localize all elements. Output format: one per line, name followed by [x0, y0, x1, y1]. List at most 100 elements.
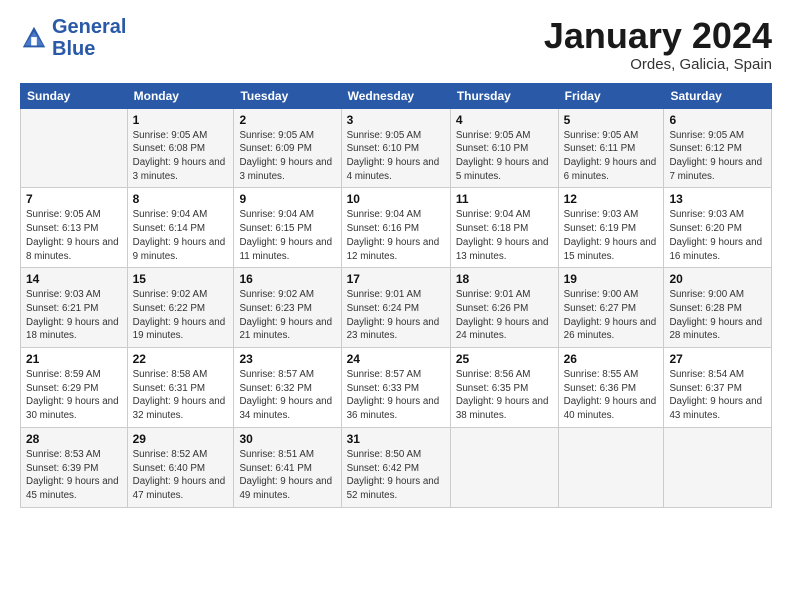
month-title: January 2024	[544, 16, 772, 56]
calendar-week-3: 21 Sunrise: 8:59 AMSunset: 6:29 PMDaylig…	[21, 348, 772, 428]
header: General Blue January 2024 Ordes, Galicia…	[20, 16, 772, 73]
header-thursday: Thursday	[450, 83, 558, 108]
day-info: Sunrise: 8:50 AMSunset: 6:42 PMDaylight:…	[347, 448, 445, 503]
calendar-cell	[558, 427, 664, 507]
day-info: Sunrise: 9:00 AMSunset: 6:28 PMDaylight:…	[669, 288, 766, 343]
calendar-cell: 22 Sunrise: 8:58 AMSunset: 6:31 PMDaylig…	[127, 348, 234, 428]
day-number: 12	[564, 192, 659, 206]
day-number: 13	[669, 192, 766, 206]
calendar-cell: 19 Sunrise: 9:00 AMSunset: 6:27 PMDaylig…	[558, 268, 664, 348]
header-row: Sunday Monday Tuesday Wednesday Thursday…	[21, 83, 772, 108]
calendar-cell: 30 Sunrise: 8:51 AMSunset: 6:41 PMDaylig…	[234, 427, 341, 507]
day-info: Sunrise: 9:01 AMSunset: 6:26 PMDaylight:…	[456, 288, 553, 343]
calendar-cell: 25 Sunrise: 8:56 AMSunset: 6:35 PMDaylig…	[450, 348, 558, 428]
day-info: Sunrise: 9:04 AMSunset: 6:18 PMDaylight:…	[456, 208, 553, 263]
calendar-week-2: 14 Sunrise: 9:03 AMSunset: 6:21 PMDaylig…	[21, 268, 772, 348]
day-info: Sunrise: 8:52 AMSunset: 6:40 PMDaylight:…	[133, 448, 229, 503]
calendar-cell: 10 Sunrise: 9:04 AMSunset: 6:16 PMDaylig…	[341, 188, 450, 268]
calendar-table: Sunday Monday Tuesday Wednesday Thursday…	[20, 83, 772, 508]
day-number: 1	[133, 113, 229, 127]
calendar-week-0: 1 Sunrise: 9:05 AMSunset: 6:08 PMDayligh…	[21, 108, 772, 188]
day-number: 26	[564, 352, 659, 366]
day-info: Sunrise: 9:04 AMSunset: 6:16 PMDaylight:…	[347, 208, 445, 263]
day-number: 15	[133, 272, 229, 286]
day-number: 29	[133, 432, 229, 446]
calendar-cell: 17 Sunrise: 9:01 AMSunset: 6:24 PMDaylig…	[341, 268, 450, 348]
calendar-cell: 31 Sunrise: 8:50 AMSunset: 6:42 PMDaylig…	[341, 427, 450, 507]
calendar-cell: 8 Sunrise: 9:04 AMSunset: 6:14 PMDayligh…	[127, 188, 234, 268]
day-number: 16	[239, 272, 335, 286]
day-info: Sunrise: 9:03 AMSunset: 6:21 PMDaylight:…	[26, 288, 122, 343]
header-sunday: Sunday	[21, 83, 128, 108]
day-info: Sunrise: 9:00 AMSunset: 6:27 PMDaylight:…	[564, 288, 659, 343]
logo-icon	[20, 24, 48, 52]
day-info: Sunrise: 9:03 AMSunset: 6:19 PMDaylight:…	[564, 208, 659, 263]
day-number: 18	[456, 272, 553, 286]
calendar-cell: 9 Sunrise: 9:04 AMSunset: 6:15 PMDayligh…	[234, 188, 341, 268]
day-number: 14	[26, 272, 122, 286]
day-number: 20	[669, 272, 766, 286]
day-info: Sunrise: 9:05 AMSunset: 6:12 PMDaylight:…	[669, 129, 766, 184]
calendar-cell: 23 Sunrise: 8:57 AMSunset: 6:32 PMDaylig…	[234, 348, 341, 428]
calendar-cell: 3 Sunrise: 9:05 AMSunset: 6:10 PMDayligh…	[341, 108, 450, 188]
day-number: 22	[133, 352, 229, 366]
day-number: 30	[239, 432, 335, 446]
calendar-cell: 28 Sunrise: 8:53 AMSunset: 6:39 PMDaylig…	[21, 427, 128, 507]
day-number: 31	[347, 432, 445, 446]
day-number: 7	[26, 192, 122, 206]
day-info: Sunrise: 8:57 AMSunset: 6:33 PMDaylight:…	[347, 368, 445, 423]
day-info: Sunrise: 9:02 AMSunset: 6:22 PMDaylight:…	[133, 288, 229, 343]
calendar-cell: 20 Sunrise: 9:00 AMSunset: 6:28 PMDaylig…	[664, 268, 772, 348]
day-info: Sunrise: 9:04 AMSunset: 6:15 PMDaylight:…	[239, 208, 335, 263]
day-info: Sunrise: 9:05 AMSunset: 6:09 PMDaylight:…	[239, 129, 335, 184]
logo-name: General Blue	[52, 16, 126, 60]
day-info: Sunrise: 8:56 AMSunset: 6:35 PMDaylight:…	[456, 368, 553, 423]
calendar-cell: 4 Sunrise: 9:05 AMSunset: 6:10 PMDayligh…	[450, 108, 558, 188]
calendar-cell	[664, 427, 772, 507]
calendar-cell: 2 Sunrise: 9:05 AMSunset: 6:09 PMDayligh…	[234, 108, 341, 188]
calendar-cell: 5 Sunrise: 9:05 AMSunset: 6:11 PMDayligh…	[558, 108, 664, 188]
day-info: Sunrise: 8:54 AMSunset: 6:37 PMDaylight:…	[669, 368, 766, 423]
day-number: 21	[26, 352, 122, 366]
header-wednesday: Wednesday	[341, 83, 450, 108]
calendar-cell: 15 Sunrise: 9:02 AMSunset: 6:22 PMDaylig…	[127, 268, 234, 348]
location: Ordes, Galicia, Spain	[544, 56, 772, 73]
calendar-cell: 12 Sunrise: 9:03 AMSunset: 6:19 PMDaylig…	[558, 188, 664, 268]
day-number: 25	[456, 352, 553, 366]
day-info: Sunrise: 9:01 AMSunset: 6:24 PMDaylight:…	[347, 288, 445, 343]
calendar-cell: 27 Sunrise: 8:54 AMSunset: 6:37 PMDaylig…	[664, 348, 772, 428]
day-info: Sunrise: 8:59 AMSunset: 6:29 PMDaylight:…	[26, 368, 122, 423]
calendar-cell: 26 Sunrise: 8:55 AMSunset: 6:36 PMDaylig…	[558, 348, 664, 428]
header-monday: Monday	[127, 83, 234, 108]
calendar-cell: 18 Sunrise: 9:01 AMSunset: 6:26 PMDaylig…	[450, 268, 558, 348]
day-number: 23	[239, 352, 335, 366]
calendar-cell: 11 Sunrise: 9:04 AMSunset: 6:18 PMDaylig…	[450, 188, 558, 268]
calendar-week-4: 28 Sunrise: 8:53 AMSunset: 6:39 PMDaylig…	[21, 427, 772, 507]
calendar-cell: 7 Sunrise: 9:05 AMSunset: 6:13 PMDayligh…	[21, 188, 128, 268]
day-number: 27	[669, 352, 766, 366]
day-info: Sunrise: 9:05 AMSunset: 6:10 PMDaylight:…	[347, 129, 445, 184]
day-info: Sunrise: 8:55 AMSunset: 6:36 PMDaylight:…	[564, 368, 659, 423]
day-number: 9	[239, 192, 335, 206]
day-number: 17	[347, 272, 445, 286]
calendar-cell: 6 Sunrise: 9:05 AMSunset: 6:12 PMDayligh…	[664, 108, 772, 188]
day-number: 4	[456, 113, 553, 127]
day-number: 6	[669, 113, 766, 127]
day-info: Sunrise: 9:05 AMSunset: 6:10 PMDaylight:…	[456, 129, 553, 184]
day-info: Sunrise: 9:05 AMSunset: 6:13 PMDaylight:…	[26, 208, 122, 263]
title-block: January 2024 Ordes, Galicia, Spain	[544, 16, 772, 73]
day-info: Sunrise: 9:05 AMSunset: 6:08 PMDaylight:…	[133, 129, 229, 184]
day-number: 24	[347, 352, 445, 366]
day-number: 2	[239, 113, 335, 127]
header-friday: Friday	[558, 83, 664, 108]
calendar-cell: 14 Sunrise: 9:03 AMSunset: 6:21 PMDaylig…	[21, 268, 128, 348]
day-number: 19	[564, 272, 659, 286]
day-info: Sunrise: 8:58 AMSunset: 6:31 PMDaylight:…	[133, 368, 229, 423]
day-number: 5	[564, 113, 659, 127]
day-info: Sunrise: 9:04 AMSunset: 6:14 PMDaylight:…	[133, 208, 229, 263]
day-info: Sunrise: 8:53 AMSunset: 6:39 PMDaylight:…	[26, 448, 122, 503]
header-tuesday: Tuesday	[234, 83, 341, 108]
header-saturday: Saturday	[664, 83, 772, 108]
calendar-cell	[21, 108, 128, 188]
day-info: Sunrise: 8:57 AMSunset: 6:32 PMDaylight:…	[239, 368, 335, 423]
